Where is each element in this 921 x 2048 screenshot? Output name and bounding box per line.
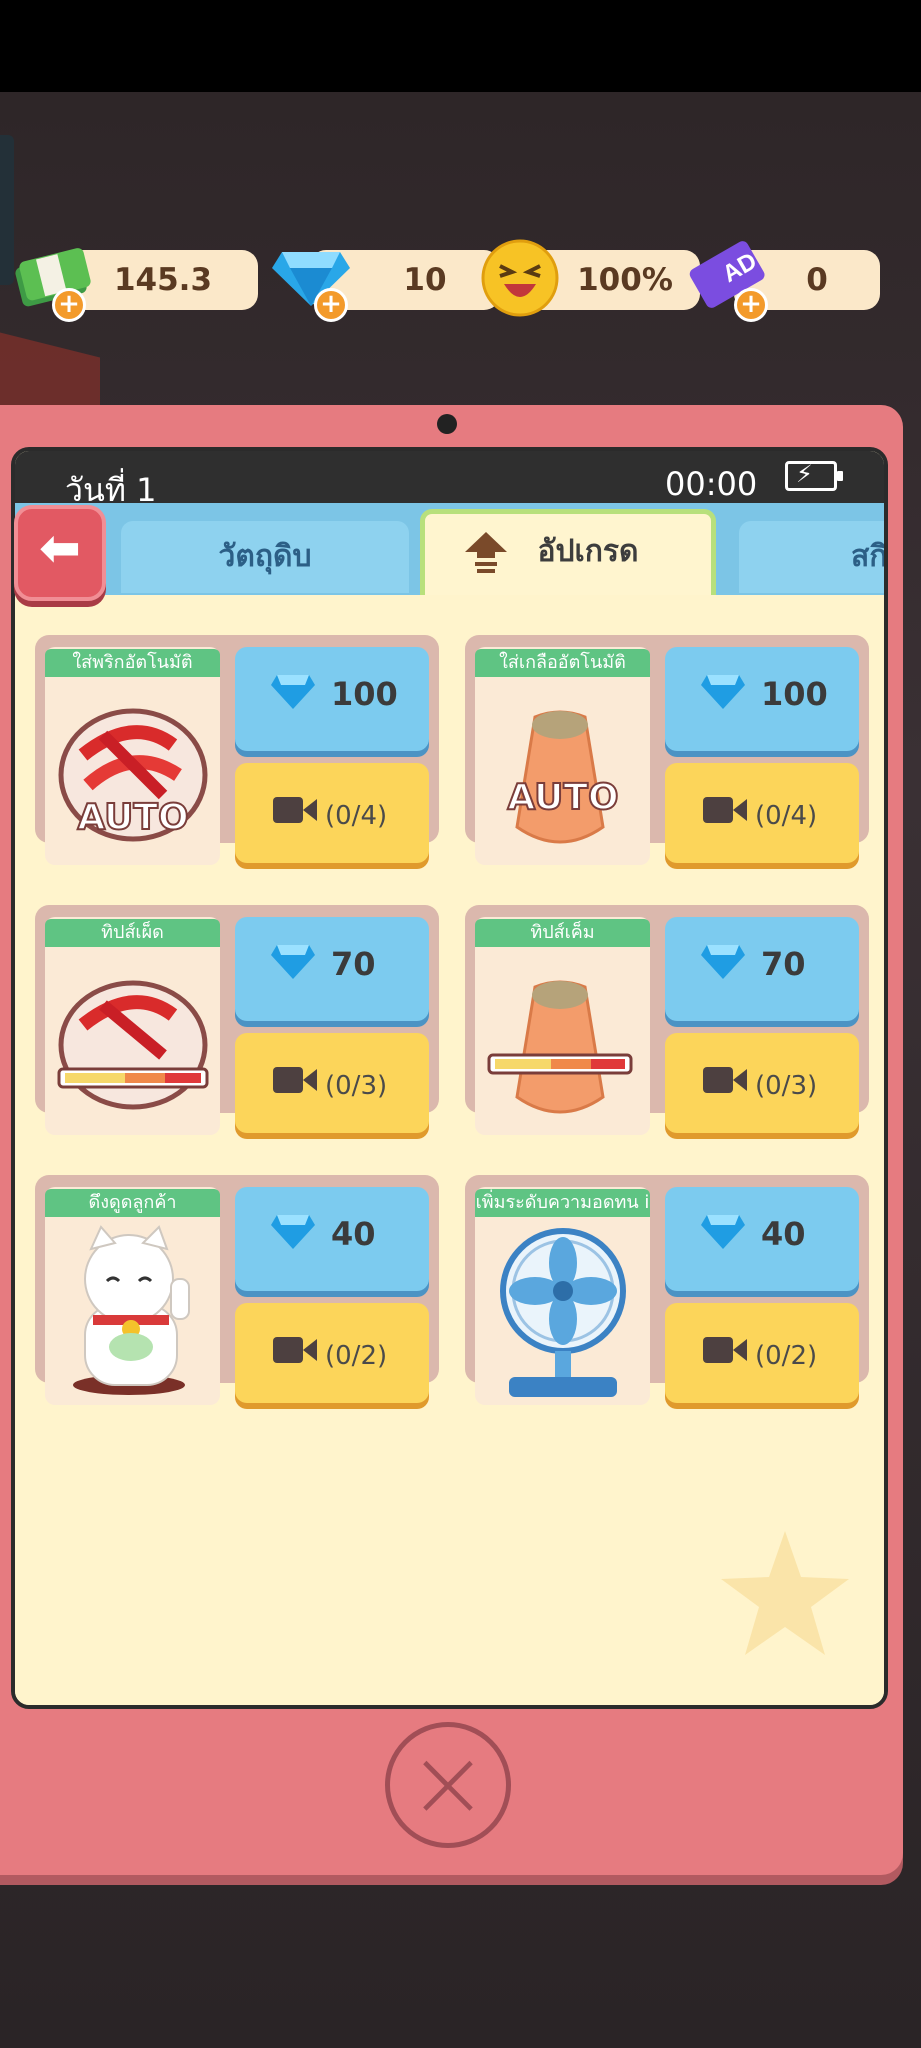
upgrade-card-auto-salt: AUTO ใส่เกลืออัตโนมัติ 100 (0/4) (465, 635, 869, 865)
ad-progress: (0/2) (325, 1341, 388, 1371)
video-camera-icon (703, 797, 747, 823)
watch-ad-button[interactable]: (0/3) (235, 1033, 429, 1133)
diamond-icon (701, 1215, 745, 1249)
upgrade-image-frame (45, 1187, 220, 1405)
upgrade-card-attract-customers: ดึงดูดลูกค้า 40 (0/2) (35, 1175, 439, 1405)
video-camera-icon (273, 1067, 317, 1093)
gem-cost: 100 (761, 675, 828, 713)
battery-icon: ⚡ (785, 460, 843, 491)
buy-with-gems-button[interactable]: 40 (235, 1187, 429, 1291)
back-arrow-icon: ⬅ (39, 519, 81, 577)
ad-add-icon[interactable]: + (734, 288, 768, 322)
video-camera-icon (703, 1337, 747, 1363)
upgrade-list: AUTO ใส่พริกอัตโนมัติ 100 (0/4) AUTO ใส่… (15, 595, 884, 1705)
buy-with-gems-button[interactable]: 100 (235, 647, 429, 751)
gem-add-icon[interactable]: + (314, 288, 348, 322)
upgrade-image-frame (475, 1187, 650, 1405)
watch-ad-button[interactable]: (0/2) (665, 1303, 859, 1403)
gem-cost: 40 (761, 1215, 806, 1253)
upgrade-card-auto-chili: AUTO ใส่พริกอัตโนมัติ 100 (0/4) (35, 635, 439, 865)
tab-upgrade-label: อัปเกรด (537, 534, 639, 569)
buy-with-gems-button[interactable]: 70 (665, 917, 859, 1021)
video-camera-icon (703, 1067, 747, 1093)
ad-progress: (0/4) (325, 801, 388, 831)
buy-with-gems-button[interactable]: 100 (665, 647, 859, 751)
upgrade-image-frame: AUTO (45, 647, 220, 865)
tab-ingredients-label: วัตถุดิบ (218, 539, 312, 574)
watch-ad-button[interactable]: (0/3) (665, 1033, 859, 1133)
money-counter[interactable]: 145.3 + (10, 248, 258, 322)
buy-with-gems-button[interactable]: 40 (665, 1187, 859, 1291)
watch-ad-button[interactable]: (0/4) (235, 763, 429, 863)
video-camera-icon (273, 797, 317, 823)
money-value: 145.3 (68, 250, 258, 310)
upgrade-card-patience: เพิ่มระดับความอดทน i 40 (0/2) (465, 1175, 869, 1405)
tab-skill[interactable]: สกิ (739, 521, 888, 593)
upgrade-title: ทิปส์เค็ม (475, 919, 650, 947)
tab-upgrade[interactable]: อัปเกรด (420, 509, 716, 595)
electric-fan-icon (500, 1228, 626, 1397)
ad-progress: (0/3) (325, 1071, 388, 1101)
ad-ticket-counter[interactable]: 0 AD + (684, 241, 880, 322)
watch-ad-button[interactable]: (0/2) (235, 1303, 429, 1403)
gem-cost: 100 (331, 675, 398, 713)
tab-ingredients[interactable]: วัตถุดิบ (121, 521, 409, 593)
watermark-star-icon (721, 1531, 849, 1655)
upgrade-title: เพิ่มระดับความอดทน i (475, 1189, 650, 1217)
ad-progress: (0/2) (755, 1341, 818, 1371)
chili-plate-meter-icon (57, 980, 209, 1110)
upgrade-image-frame (475, 917, 650, 1135)
laughing-face-icon (481, 239, 559, 317)
video-camera-icon (273, 1337, 317, 1363)
diamond-icon (701, 945, 745, 979)
upgrade-image-frame: AUTO (475, 647, 650, 865)
upgrade-image-frame (45, 917, 220, 1135)
buy-with-gems-button[interactable]: 70 (235, 917, 429, 1021)
phone-status-bar: วันที่ 1 00:00 ⚡ (15, 451, 884, 509)
upgrade-title: ดึงดูดลูกค้า (45, 1189, 220, 1217)
happiness-meter: 100% (480, 239, 700, 317)
upgrade-title: ทิปส์เผ็ด (45, 919, 220, 947)
upgrade-title: ใส่พริกอัตโนมัติ (45, 649, 220, 677)
upgrade-arrow-icon (465, 532, 507, 573)
top-status-area (0, 0, 921, 92)
watch-ad-button[interactable]: (0/4) (665, 763, 859, 863)
tablet-screen: วันที่ 1 00:00 ⚡ วัตถุดิบ อัปเกรด สกิ AU… (11, 447, 888, 1709)
diamond-icon (271, 1215, 315, 1249)
gem-cost: 70 (761, 945, 806, 983)
upgrade-title: ใส่เกลืออัตโนมัติ (475, 649, 650, 677)
tab-skill-label: สกิ (851, 539, 888, 574)
diamond-icon (701, 675, 745, 709)
upgrade-card-salty-tips: ทิปส์เค็ม 70 (0/3) (465, 905, 869, 1135)
gem-cost: 40 (331, 1215, 376, 1253)
diamond-icon (271, 945, 315, 979)
diamond-icon (271, 675, 315, 709)
upgrade-card-spicy-tips: ทิปส์เผ็ด 70 (0/3) (35, 905, 439, 1135)
ad-progress: (0/3) (755, 1071, 818, 1101)
auto-badge: AUTO (506, 776, 619, 819)
gem-counter[interactable]: 10 + (270, 250, 500, 322)
close-icon: × (407, 1727, 489, 1839)
clock-label: 00:00 (665, 465, 758, 503)
gem-cost: 70 (331, 945, 376, 983)
lucky-cat-icon (73, 1225, 190, 1395)
tablet-camera (437, 414, 457, 434)
ad-progress: (0/4) (755, 801, 818, 831)
salt-shaker-meter-icon (487, 980, 633, 1114)
auto-badge: AUTO (76, 796, 189, 839)
close-button[interactable]: × (385, 1722, 511, 1848)
back-button[interactable]: ⬅ (14, 505, 106, 601)
money-add-icon[interactable]: + (52, 288, 86, 322)
